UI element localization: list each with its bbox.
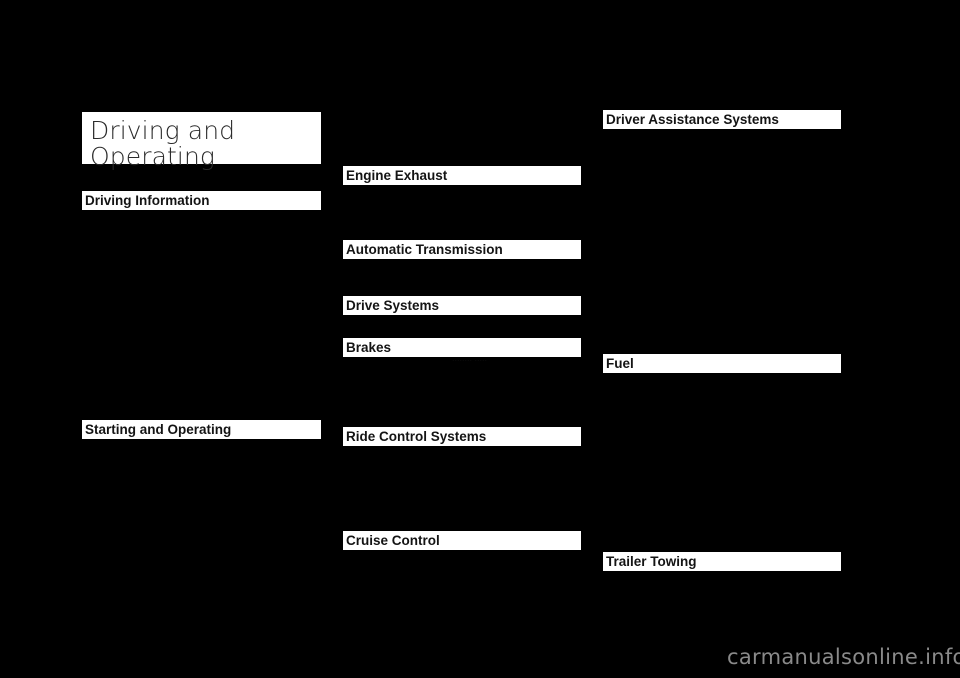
residual-text-artifact: ........ .....	[452, 353, 488, 363]
site-watermark: carmanualsonline.info	[727, 645, 960, 669]
section-heading-drive-systems[interactable]: Drive Systems	[343, 296, 581, 315]
section-heading-ride-control-systems[interactable]: Ride Control Systems	[343, 427, 581, 446]
section-heading-driver-assistance-systems[interactable]: Driver Assistance Systems	[603, 110, 841, 129]
manual-page: Driving and Operating Driving Informatio…	[0, 0, 960, 678]
section-heading-automatic-transmission[interactable]: Automatic Transmission	[343, 240, 581, 259]
section-heading-engine-exhaust[interactable]: Engine Exhaust	[343, 166, 581, 185]
chapter-title: Driving and Operating	[82, 112, 321, 170]
section-heading-fuel[interactable]: Fuel	[603, 354, 841, 373]
section-heading-trailer-towing[interactable]: Trailer Towing	[603, 552, 841, 571]
section-heading-cruise-control[interactable]: Cruise Control	[343, 531, 581, 550]
section-heading-driving-information[interactable]: Driving Information	[82, 191, 321, 210]
section-heading-starting-and-operating[interactable]: Starting and Operating	[82, 420, 321, 439]
